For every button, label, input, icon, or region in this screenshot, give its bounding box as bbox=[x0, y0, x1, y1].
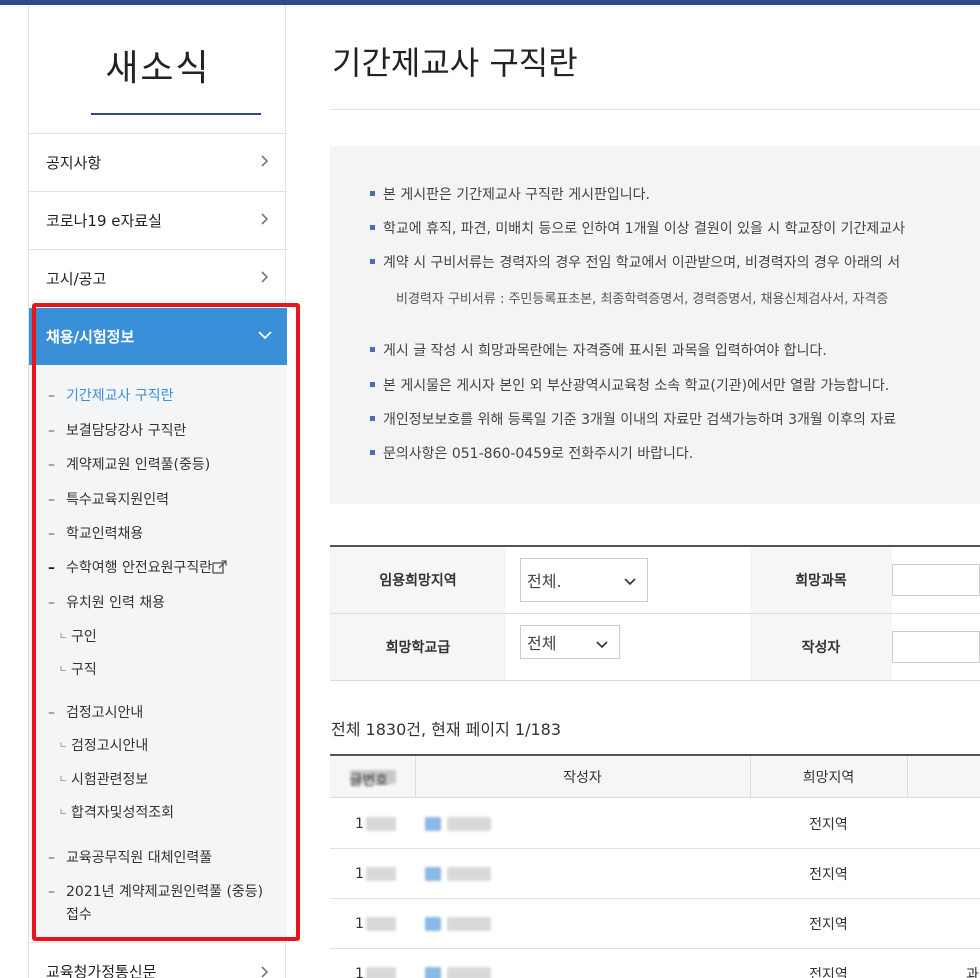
title-divider bbox=[330, 109, 980, 110]
highlight-box bbox=[32, 303, 300, 941]
result-count: 전체 1830건, 현재 페이지 1/183 bbox=[331, 720, 562, 739]
bullet-icon bbox=[370, 450, 375, 455]
search-row: 희망학교급 전체 작성자 bbox=[330, 614, 980, 681]
table-row[interactable]: 1 전지역 bbox=[330, 799, 980, 849]
post-number: 1 bbox=[355, 849, 396, 899]
subject-label: 희망과목 bbox=[750, 547, 892, 613]
bullet-icon bbox=[370, 225, 375, 230]
header-post-number-label: 글번호 bbox=[349, 770, 396, 789]
sidebar-item-label: 공지사항 bbox=[46, 154, 102, 172]
subject: 과 bbox=[966, 967, 979, 978]
sidebar-item-newsletter[interactable]: 교육청가정통신문 bbox=[29, 942, 287, 978]
school-level-select[interactable]: 전체 bbox=[520, 625, 620, 659]
post-number: 1 bbox=[355, 949, 396, 978]
sidebar-item-label: 교육청가정통신문 bbox=[46, 963, 157, 978]
info-line: 개인정보보호를 위해 등록일 기준 3개월 이내의 자료만 검색가능하며 3개월… bbox=[370, 409, 896, 429]
info-line: 문의사항은 051-860-0459로 전화주시기 바랍니다. bbox=[370, 443, 693, 463]
table-row[interactable]: 1 전지역 과 bbox=[330, 949, 980, 978]
info-box: 본 게시판은 기간제교사 구직란 게시판입니다. 학교에 휴직, 파견, 미배치… bbox=[330, 146, 980, 504]
region-label: 임용희망지역 bbox=[330, 547, 506, 613]
region: 전지역 bbox=[809, 967, 848, 978]
sidebar-item-covid[interactable]: 코로나19 e자료실 bbox=[29, 191, 287, 249]
chevron-right-icon bbox=[257, 154, 271, 168]
author-name bbox=[425, 849, 491, 899]
chevron-right-icon bbox=[257, 270, 271, 284]
sidebar-item-notice[interactable]: 공지사항 bbox=[29, 133, 287, 191]
table-row[interactable]: 1 전지역 bbox=[330, 899, 980, 949]
author-input[interactable] bbox=[892, 631, 980, 663]
school-level-select-value: 전체 bbox=[527, 634, 557, 653]
table-header: 글번호 작성자 희망지역 bbox=[330, 756, 980, 798]
bullet-icon bbox=[370, 382, 375, 387]
bullet-icon bbox=[370, 347, 375, 352]
post-number: 1 bbox=[355, 899, 396, 949]
region: 전지역 bbox=[809, 817, 848, 833]
chevron-right-icon bbox=[257, 212, 271, 226]
sidebar-item-announcement[interactable]: 고시/공고 bbox=[29, 249, 287, 307]
sidebar-title-underline bbox=[91, 113, 261, 115]
info-line: 본 게시물은 게시자 본인 외 부산광역시교육청 소속 학교(기관)에서만 열람… bbox=[370, 375, 889, 395]
author-name bbox=[425, 949, 491, 978]
sidebar-title: 새소식 bbox=[105, 48, 211, 89]
info-note: 비경력자 구비서류 : 주민등록표초본, 최종학력증명서, 경력증명서, 채용신… bbox=[396, 292, 889, 307]
chevron-down-icon bbox=[595, 637, 609, 651]
bullet-icon bbox=[370, 191, 375, 196]
bullet-icon bbox=[370, 416, 375, 421]
chevron-down-icon bbox=[623, 574, 637, 588]
header-post-number: 글번호 bbox=[330, 756, 415, 798]
header-region: 희망지역 bbox=[802, 770, 855, 786]
info-line: 계약 시 구비서류는 경력자의 경우 전임 학교에서 이관받으며, 비경력자의 … bbox=[370, 252, 900, 272]
author-name bbox=[425, 799, 491, 849]
region-select-value: 전체. bbox=[527, 572, 562, 591]
region: 전지역 bbox=[809, 917, 848, 933]
page-title: 기간제교사 구직란 bbox=[332, 44, 578, 82]
author-label: 작성자 bbox=[750, 614, 892, 680]
post-number: 1 bbox=[355, 799, 396, 849]
search-row: 임용희망지역 전체. 희망과목 bbox=[330, 547, 980, 614]
school-level-label: 희망학교급 bbox=[330, 614, 506, 680]
author-name bbox=[425, 899, 491, 949]
subject-input[interactable] bbox=[892, 564, 980, 596]
bullet-icon bbox=[370, 259, 375, 264]
sidebar-item-label: 고시/공고 bbox=[46, 270, 107, 288]
header-author: 작성자 bbox=[563, 770, 602, 786]
post-table: 글번호 작성자 희망지역 1 전지역 1 전지역 1 전지역 1 전지역 과 bbox=[330, 754, 980, 978]
region-select[interactable]: 전체. bbox=[520, 558, 648, 602]
info-line: 본 게시판은 기간제교사 구직란 게시판입니다. bbox=[370, 184, 650, 204]
info-line: 학교에 휴직, 파견, 미배치 등으로 인하여 1개월 이상 결원이 있을 시 … bbox=[370, 218, 905, 238]
info-line: 게시 글 작성 시 희망과목란에는 자격증에 표시된 과목을 입력하여야 합니다… bbox=[370, 340, 827, 360]
search-form: 임용희망지역 전체. 희망과목 희망학교급 전체 작성자 bbox=[330, 545, 980, 681]
chevron-right-icon bbox=[257, 965, 271, 978]
table-row[interactable]: 1 전지역 bbox=[330, 849, 980, 899]
region: 전지역 bbox=[809, 867, 848, 883]
sidebar-item-label: 코로나19 e자료실 bbox=[46, 212, 162, 230]
